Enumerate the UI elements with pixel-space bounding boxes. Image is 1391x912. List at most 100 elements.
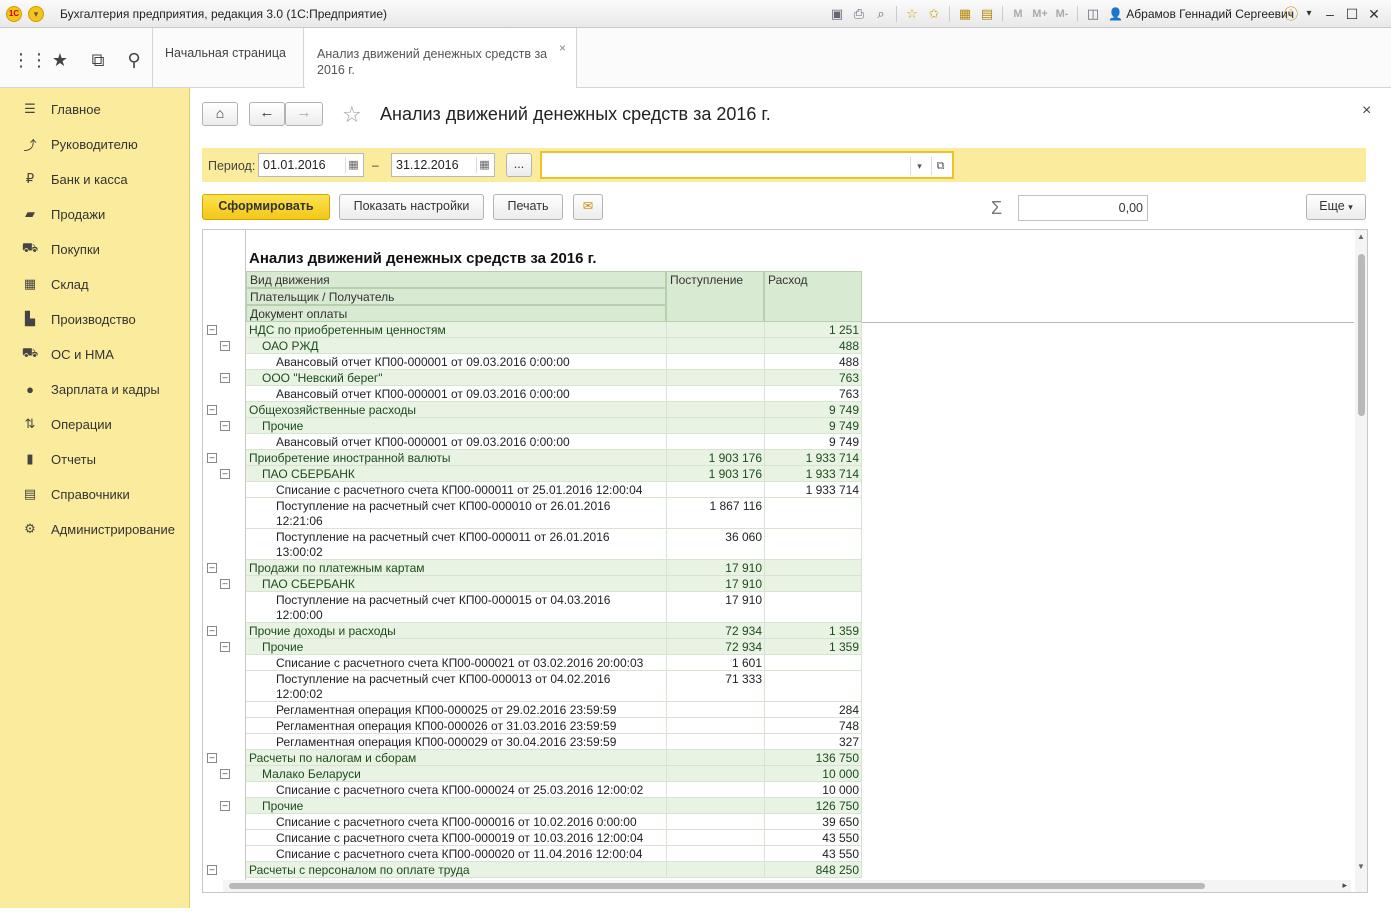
collapse-group-icon[interactable]: –	[207, 405, 217, 415]
sidebar-item-6[interactable]: ▦ Склад	[0, 269, 190, 299]
tab-home[interactable]: Начальная страница	[153, 28, 304, 88]
table-row[interactable]: Регламентная операция КП00-000025 от 29.…	[246, 702, 862, 718]
table-row[interactable]: Расчеты с персоналом по оплате труда 848 …	[246, 862, 862, 878]
sidebar-item-12[interactable]: ▤ Справочники	[0, 479, 190, 509]
more-button[interactable]: Еще ▾	[1306, 194, 1366, 220]
m-plus-icon[interactable]: M+	[1031, 5, 1049, 23]
sidebar-item-3[interactable]: ₽ Банк и касса	[0, 164, 190, 194]
collapse-group-icon[interactable]: –	[220, 769, 230, 779]
table-row[interactable]: Списание с расчетного счета КП00-000021 …	[246, 655, 862, 671]
report-spreadsheet[interactable]: Анализ движений денежных средств за 2016…	[202, 229, 1368, 893]
forward-button[interactable]: →	[285, 102, 323, 126]
table-row[interactable]: Малако Беларуси 10 000	[246, 766, 862, 782]
date-to-input[interactable]: 31.12.2016 ▦	[391, 153, 495, 177]
sidebar-item-13[interactable]: ⚙ Администрирование	[0, 514, 190, 544]
open-icon[interactable]: ⧉	[931, 157, 949, 175]
table-row[interactable]: Расчеты по налогам и сборам 136 750	[246, 750, 862, 766]
table-row[interactable]: ОАО РЖД 488	[246, 338, 862, 354]
table-row[interactable]: НДС по приобретенным ценностям 1 251	[246, 322, 862, 338]
period-select-button[interactable]: ...	[506, 153, 532, 177]
calendar-icon[interactable]: ▤	[978, 5, 996, 23]
print-icon[interactable]: ⎙	[850, 5, 868, 23]
generate-button[interactable]: Сформировать	[202, 194, 330, 220]
table-row[interactable]: Поступление на расчетный счет КП00-00001…	[246, 498, 862, 529]
table-row[interactable]: Прочие доходы и расходы 72 934 1 359	[246, 623, 862, 639]
table-row[interactable]: Приобретение иностранной валюты 1 903 176…	[246, 450, 862, 466]
back-button[interactable]: ←	[249, 102, 285, 126]
panels-icon[interactable]: ◫	[1084, 5, 1102, 23]
collapse-group-icon[interactable]: –	[220, 801, 230, 811]
organization-input[interactable]: ▾ ⧉	[540, 151, 954, 179]
collapse-group-icon[interactable]: –	[220, 579, 230, 589]
date-from-input[interactable]: 01.01.2016 ▦	[258, 153, 364, 177]
table-row[interactable]: Поступление на расчетный счет КП00-00001…	[246, 592, 862, 623]
table-row[interactable]: Поступление на расчетный счет КП00-00001…	[246, 529, 862, 560]
show-settings-button[interactable]: Показать настройки	[339, 194, 484, 220]
calendar-icon[interactable]: ▦	[345, 157, 361, 173]
search-icon[interactable]: ⚲	[122, 48, 146, 72]
table-row[interactable]: Списание с расчетного счета КП00-000024 …	[246, 782, 862, 798]
star-icon[interactable]: ★	[48, 48, 72, 72]
collapse-group-icon[interactable]: –	[207, 453, 217, 463]
close-form-icon[interactable]: ×	[1362, 102, 1371, 120]
scroll-up-icon[interactable]: ▲	[1357, 232, 1365, 241]
minimize-icon[interactable]: –	[1320, 4, 1340, 24]
apps-grid-icon[interactable]: ⋮⋮	[12, 48, 48, 72]
tab-report[interactable]: Анализ движений денежных средств за 2016…	[305, 28, 577, 88]
sidebar-item-7[interactable]: ▙ Производство	[0, 304, 190, 334]
history-icon[interactable]: ⧉	[86, 48, 110, 72]
favorite-icon[interactable]: ✩	[925, 5, 943, 23]
table-row[interactable]: Списание с расчетного счета КП00-000019 …	[246, 830, 862, 846]
table-row[interactable]: Прочие 72 934 1 359	[246, 639, 862, 655]
table-row[interactable]: ПАО СБЕРБАНК 1 903 176 1 933 714	[246, 466, 862, 482]
sidebar-item-5[interactable]: ⛟ Покупки	[0, 234, 190, 264]
table-row[interactable]: ООО "Невский берег" 763	[246, 370, 862, 386]
table-row[interactable]: Прочие 126 750	[246, 798, 862, 814]
table-row[interactable]: Прочие 9 749	[246, 418, 862, 434]
collapse-group-icon[interactable]: –	[207, 753, 217, 763]
horizontal-scrollbar[interactable]: ▸	[223, 880, 1351, 892]
table-row[interactable]: Поступление на расчетный счет КП00-00001…	[246, 671, 862, 702]
print-button[interactable]: Печать	[493, 194, 563, 220]
table-row[interactable]: Списание с расчетного счета КП00-000016 …	[246, 814, 862, 830]
save-icon[interactable]: ▣	[828, 5, 846, 23]
collapse-group-icon[interactable]: –	[207, 325, 217, 335]
table-row[interactable]: Авансовый отчет КП00-000001 от 09.03.201…	[246, 386, 862, 402]
preview-icon[interactable]: ⌕	[872, 5, 890, 23]
favorite-star-icon[interactable]: ☆	[342, 102, 362, 128]
table-row[interactable]: Регламентная операция КП00-000026 от 31.…	[246, 718, 862, 734]
table-row[interactable]: Авансовый отчет КП00-000001 от 09.03.201…	[246, 354, 862, 370]
table-row[interactable]: Списание с расчетного счета КП00-000011 …	[246, 482, 862, 498]
close-window-icon[interactable]: ✕	[1364, 4, 1384, 24]
main-menu-icon[interactable]: ▾	[28, 6, 44, 22]
collapse-group-icon[interactable]: –	[220, 341, 230, 351]
sidebar-item-11[interactable]: ▮ Отчеты	[0, 444, 190, 474]
table-row[interactable]: ПАО СБЕРБАНК 17 910	[246, 576, 862, 592]
collapse-group-icon[interactable]: –	[207, 563, 217, 573]
m-minus-icon[interactable]: M-	[1053, 5, 1071, 23]
table-row[interactable]: Регламентная операция КП00-000029 от 30.…	[246, 734, 862, 750]
sidebar-item-2[interactable]: ⤴ Руководителю	[0, 129, 190, 159]
info-icon[interactable]: ⓘ	[1281, 4, 1301, 24]
sidebar-item-4[interactable]: ▰ Продажи	[0, 199, 190, 229]
close-tab-icon[interactable]: ×	[559, 40, 566, 56]
table-row[interactable]: Общехозяйственные расходы 9 749	[246, 402, 862, 418]
collapse-group-icon[interactable]: –	[220, 421, 230, 431]
sidebar-item-1[interactable]: ☰ Главное	[0, 94, 190, 124]
vertical-scroll-thumb[interactable]	[1358, 254, 1365, 416]
scroll-right-icon[interactable]: ▸	[1342, 880, 1347, 891]
collapse-group-icon[interactable]: –	[207, 865, 217, 875]
m-icon[interactable]: M	[1009, 5, 1027, 23]
dropdown-icon[interactable]: ▾	[910, 157, 928, 175]
calculator-icon[interactable]: ▦	[956, 5, 974, 23]
table-row[interactable]: Авансовый отчет КП00-000001 от 09.03.201…	[246, 434, 862, 450]
vertical-scrollbar[interactable]: ▲ ▼	[1355, 230, 1367, 892]
maximize-icon[interactable]: ☐	[1342, 4, 1362, 24]
horizontal-scroll-thumb[interactable]	[229, 883, 1205, 889]
table-row[interactable]: Списание с расчетного счета КП00-000020 …	[246, 846, 862, 862]
app-logo-icon[interactable]: 1С	[6, 6, 22, 22]
calendar-icon[interactable]: ▦	[476, 157, 492, 173]
favorite-add-icon[interactable]: ☆	[903, 5, 921, 23]
collapse-group-icon[interactable]: –	[220, 642, 230, 652]
email-button[interactable]: ✉	[573, 194, 603, 220]
